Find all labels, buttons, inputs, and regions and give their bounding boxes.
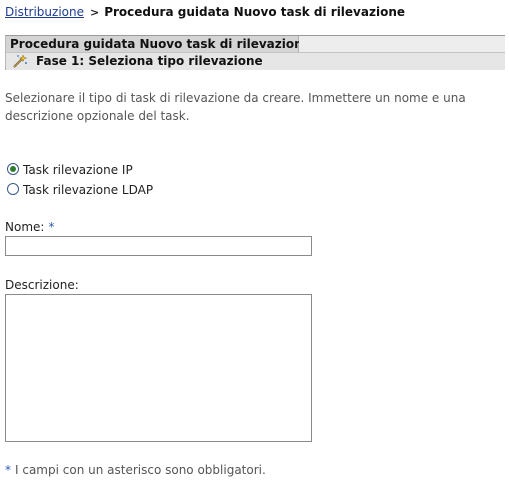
wizard-title-filler [299,36,505,52]
wizard-title: Procedura guidata Nuovo task di rilevazi… [6,36,311,52]
wizard-header: Procedura guidata Nuovo task di rilevazi… [5,35,505,70]
required-fields-note: * I campi con un asterisco sono obbligato… [5,462,266,478]
description-textarea[interactable] [5,294,312,442]
radio-button-ip[interactable] [7,163,19,175]
name-label-text: Nome: [5,220,45,234]
radio-button-ldap[interactable] [7,183,19,195]
breadcrumb-link-distribuzione[interactable]: Distribuzione [5,5,84,19]
wizard-step-bar: Fase 1: Seleziona tipo rilevazione [6,52,505,70]
intro-text: Selezionare il tipo di task di rilevazio… [5,91,466,123]
footnote-text: I campi con un asterisco sono obbligator… [15,463,266,477]
required-marker: * [48,220,55,234]
name-input[interactable] [5,236,312,256]
breadcrumb-separator: > [89,6,100,19]
wizard-step-label: Fase 1: Seleziona tipo rilevazione [36,54,263,68]
wand-icon [12,54,28,69]
breadcrumb-current-page: Procedura guidata Nuovo task di rilevazi… [104,5,405,19]
breadcrumb: Distribuzione > Procedura guidata Nuovo ta… [5,4,405,20]
description-field-label: Descrizione: [5,278,79,292]
footnote-marker: * [5,463,11,477]
radio-label-ldap: Task rilevazione LDAP [23,183,154,197]
radio-label-ip: Task rilevazione IP [23,163,133,177]
name-field-label: Nome: * [5,219,54,235]
